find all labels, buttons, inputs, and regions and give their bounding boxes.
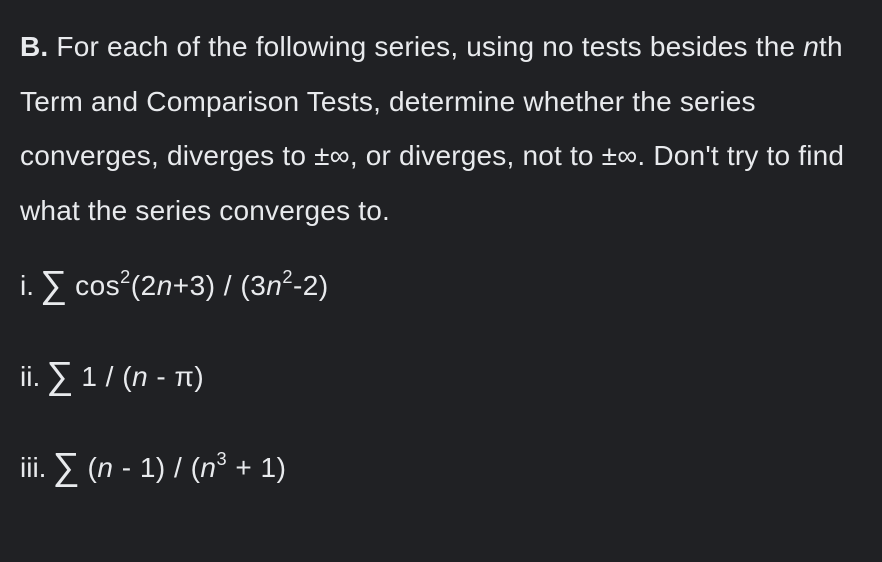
problem-intro-part1: For each of the following series, using … [48, 31, 803, 62]
expr-superscript: 2 [282, 267, 293, 287]
problem-label: B. [20, 31, 48, 62]
expr-text: +3) / (3 [173, 270, 266, 301]
series-item-i: i. ∑ cos2(2n+3) / (3n2-2) [20, 256, 862, 317]
series-label: ii. [20, 355, 40, 400]
expr-text: ( [88, 452, 98, 483]
expr-var: n [97, 452, 113, 483]
series-list: i. ∑ cos2(2n+3) / (3n2-2) ii. ∑ 1 / (n -… [20, 256, 862, 498]
sigma-icon: ∑ [52, 437, 79, 498]
sigma-icon: ∑ [40, 255, 67, 316]
expr-text: - π) [148, 361, 204, 392]
expr-superscript: 3 [216, 449, 227, 469]
sigma-icon: ∑ [46, 346, 73, 407]
series-label: i. [20, 264, 34, 309]
expr-text: (2 [131, 270, 157, 301]
expr-var: n [157, 270, 173, 301]
expr-text: 1 / ( [81, 361, 132, 392]
series-item-iii: iii. ∑ (n - 1) / (n3 + 1) [20, 438, 862, 499]
problem-statement: B. For each of the following series, usi… [20, 20, 862, 238]
expr-text: -2) [293, 270, 329, 301]
expr-var: n [200, 452, 216, 483]
series-expression: 1 / (n - π) [81, 355, 204, 400]
expr-var: n [132, 361, 148, 392]
series-expression: cos2(2n+3) / (3n2-2) [75, 264, 329, 309]
nth-italic: n [803, 31, 819, 62]
series-expression: (n - 1) / (n3 + 1) [88, 446, 287, 491]
series-label: iii. [20, 446, 46, 491]
expr-text: cos [75, 270, 120, 301]
expr-superscript: 2 [120, 267, 131, 287]
expr-var: n [266, 270, 282, 301]
series-item-ii: ii. ∑ 1 / (n - π) [20, 347, 862, 408]
expr-text: - 1) / ( [113, 452, 200, 483]
expr-text: + 1) [227, 452, 286, 483]
